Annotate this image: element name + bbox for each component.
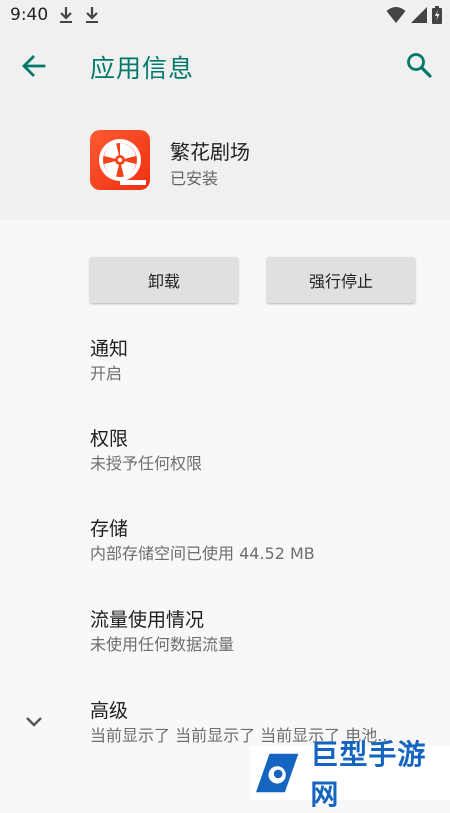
battery-icon (432, 6, 442, 24)
status-time: 9:40 (10, 5, 49, 25)
uninstall-button[interactable]: 卸载 (90, 257, 238, 303)
film-reel-icon (99, 139, 146, 185)
download-icon (60, 7, 72, 23)
settings-item-subtitle: 未使用任何数据流量 (90, 635, 235, 654)
settings-item-title: 通知 (90, 338, 129, 360)
force-stop-button[interactable]: 强行停止 (267, 257, 415, 303)
settings-item-title: 高级 (90, 700, 129, 722)
app-header: 繁花剧场 已安装 (0, 102, 450, 220)
app-bar: 应用信息 (0, 30, 450, 102)
download-icon (86, 7, 98, 23)
search-icon[interactable] (404, 50, 434, 80)
settings-item-subtitle: 内部存储空间已使用 44.52 MB (90, 544, 315, 563)
settings-item-title: 权限 (90, 428, 129, 450)
chevron-down-icon[interactable] (22, 710, 46, 734)
settings-item-subtitle: 未授予任何权限 (90, 454, 203, 473)
app-install-status: 已安装 (170, 169, 219, 188)
app-name: 繁花剧场 (170, 140, 250, 164)
settings-item-permissions[interactable]: 权限 未授予任何权限 (90, 426, 430, 476)
watermark-text: 巨型手游网 (310, 738, 427, 811)
wifi-icon (386, 7, 406, 23)
settings-item-notifications[interactable]: 通知 开启 (90, 336, 430, 386)
watermark: 巨型手游网 (250, 738, 450, 811)
page-title: 应用信息 (90, 54, 195, 83)
settings-item-data-usage[interactable]: 流量使用情况 未使用任何数据流量 (90, 607, 430, 657)
status-bar: 9:40 (0, 0, 450, 30)
settings-item-title: 流量使用情况 (90, 609, 205, 631)
settings-item-subtitle: 开启 (90, 364, 123, 383)
settings-item-storage[interactable]: 存储 内部存储空间已使用 44.52 MB (90, 516, 430, 566)
settings-item-title: 存储 (90, 518, 129, 540)
watermark-logo-icon (256, 753, 299, 793)
app-icon (90, 130, 150, 190)
arrow-back-icon[interactable] (18, 50, 50, 82)
signal-icon (411, 7, 427, 23)
